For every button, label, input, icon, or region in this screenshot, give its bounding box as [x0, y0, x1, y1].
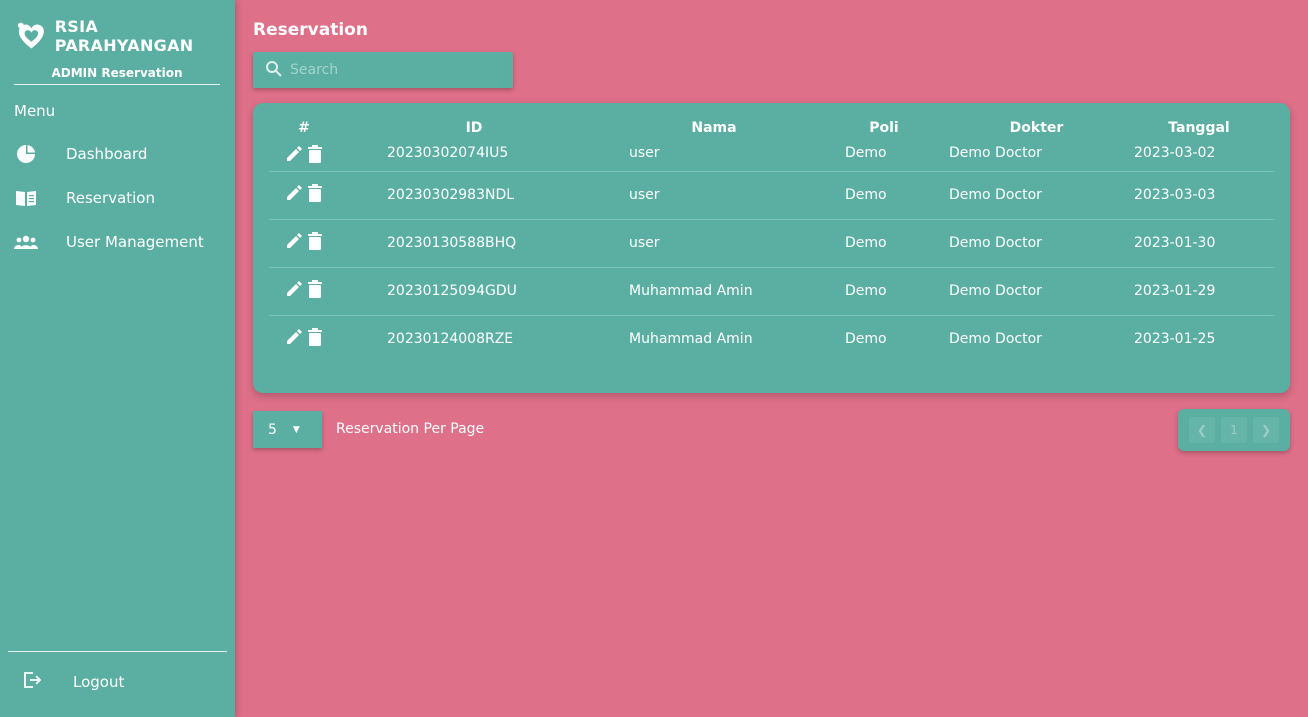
per-page-label: Reservation Per Page [336, 421, 485, 437]
divider [8, 651, 227, 652]
table-row: 20230302074IU5 user Demo Demo Doctor 202… [269, 143, 1274, 172]
caret-down-icon: ▼ [292, 424, 300, 435]
row-actions [269, 219, 339, 268]
cell-dokter: Demo Doctor [949, 219, 1124, 268]
cell-tanggal: 2023-01-30 [1124, 219, 1274, 268]
page-title: Reservation [253, 20, 368, 40]
column-header-nama: Nama [691, 120, 737, 136]
chevron-left-icon: ❮ [1196, 423, 1208, 437]
search-icon [265, 60, 282, 81]
book-icon [14, 186, 38, 210]
cell-poli: Demo [845, 331, 887, 348]
logout-label: Logout [73, 673, 125, 691]
page-number-button[interactable]: 1 [1221, 417, 1247, 443]
cell-poli: Demo [819, 171, 949, 220]
edit-icon[interactable] [285, 328, 303, 346]
sidebar-item-reservation[interactable]: Reservation [0, 176, 235, 220]
delete-icon[interactable] [307, 145, 323, 163]
cell-nama: user [609, 171, 819, 220]
cell-nama: Muhammad Amin [609, 267, 819, 316]
edit-icon[interactable] [285, 184, 303, 202]
per-page-select[interactable]: 5 ▼ [253, 411, 322, 448]
cell-dokter: Demo Doctor [949, 331, 1042, 348]
delete-icon[interactable] [307, 280, 323, 298]
reservation-table-card: # ID Nama Poli Dokter Tanggal 2023030207… [253, 103, 1290, 393]
cell-poli: Demo [819, 143, 949, 172]
search-input[interactable] [290, 62, 490, 78]
cell-dokter: Demo Doctor [949, 267, 1124, 316]
delete-icon[interactable] [307, 184, 323, 202]
row-actions [269, 171, 339, 220]
cell-id: 20230130588BHQ [339, 219, 609, 268]
edit-icon[interactable] [285, 280, 303, 298]
cell-dokter: Demo Doctor [949, 171, 1124, 220]
cell-id: 20230302074IU5 [339, 143, 609, 172]
edit-icon[interactable] [285, 145, 303, 163]
reservation-table: # ID Nama Poli Dokter Tanggal 2023030207… [269, 113, 1274, 363]
chevron-right-icon: ❯ [1260, 423, 1272, 437]
sidebar-item-label: Dashboard [66, 145, 148, 163]
column-header-tanggal: Tanggal [1168, 120, 1230, 136]
delete-icon[interactable] [307, 328, 323, 347]
cell-id: 20230125094GDU [339, 267, 609, 316]
table-row: 20230302983NDL user Demo Demo Doctor 202… [269, 171, 1274, 220]
menu-heading: Menu [14, 102, 56, 120]
column-header-id: ID [465, 120, 483, 136]
cell-dokter: Demo Doctor [949, 143, 1124, 172]
column-header-poli: Poli [869, 120, 899, 136]
pagination: ❮ 1 ❯ [1178, 409, 1290, 451]
cell-nama: user [609, 219, 819, 268]
edit-icon[interactable] [285, 232, 303, 250]
cell-tanggal: 2023-03-03 [1124, 171, 1274, 220]
brand-subtitle: ADMIN Reservation [14, 66, 220, 85]
search-box[interactable] [253, 52, 513, 88]
sidebar-nav: Dashboard Reservation User Management [0, 132, 235, 264]
logout-icon [22, 670, 42, 694]
row-actions [269, 143, 339, 172]
sidebar-item-label: Reservation [66, 189, 155, 207]
cell-poli: Demo [819, 219, 949, 268]
pie-chart-icon [14, 142, 38, 166]
row-actions [269, 267, 339, 316]
users-icon [14, 230, 38, 254]
sidebar-item-label: User Management [66, 233, 204, 251]
cell-nama: Muhammad Amin [629, 331, 753, 348]
table-header-row: # ID Nama Poli Dokter Tanggal [269, 113, 1274, 143]
column-header-number: # [298, 120, 310, 136]
cell-poli: Demo [819, 267, 949, 316]
per-page-value: 5 [268, 421, 277, 438]
table-row: 20230130588BHQ user Demo Demo Doctor 202… [269, 219, 1274, 268]
brand-name: RSIA PARAHYANGAN [54, 17, 194, 55]
column-header-dokter: Dokter [1009, 120, 1064, 136]
brand: RSIA PARAHYANGAN [16, 17, 235, 55]
heart-logo-icon [17, 22, 44, 49]
delete-icon[interactable] [307, 232, 323, 250]
sidebar-item-user-management[interactable]: User Management [0, 220, 235, 264]
table-row: 20230125094GDU Muhammad Amin Demo Demo D… [269, 267, 1274, 316]
cell-tanggal: 2023-01-29 [1124, 267, 1274, 316]
logout-button[interactable]: Logout [22, 668, 124, 696]
cell-tanggal: 2023-01-25 [1134, 331, 1216, 348]
next-page-button[interactable]: ❯ [1253, 417, 1279, 443]
previous-page-button[interactable]: ❮ [1189, 417, 1215, 443]
sidebar-item-dashboard[interactable]: Dashboard [0, 132, 235, 176]
sidebar: RSIA PARAHYANGAN ADMIN Reservation Menu … [0, 0, 235, 717]
cell-id: 20230302983NDL [339, 171, 609, 220]
cell-tanggal: 2023-03-02 [1124, 143, 1274, 172]
cell-nama: user [609, 143, 819, 172]
row-actions [269, 315, 339, 363]
table-row: 20230124008RZE Muhammad Amin Demo Demo D… [269, 315, 1274, 363]
cell-id: 20230124008RZE [387, 331, 514, 348]
